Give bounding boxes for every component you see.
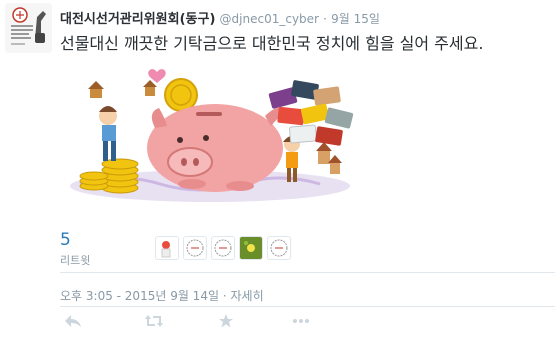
tweet-timestamp[interactable]: 오후 3:05 - 2015년 9월 14일 bbox=[60, 289, 219, 303]
retweeter-avatar[interactable] bbox=[239, 236, 263, 260]
action-bar bbox=[60, 313, 320, 335]
retweet-stats[interactable]: 5 리트윗 bbox=[60, 230, 90, 268]
more-icon[interactable] bbox=[292, 313, 316, 333]
divider bbox=[60, 306, 555, 307]
meta-separator: · bbox=[222, 289, 227, 303]
tweet-media[interactable] bbox=[60, 58, 360, 214]
star-icon[interactable] bbox=[218, 313, 242, 333]
tweet-header: 대전시선거관리위원회(동구) @djnec01_cyber · 9월 15일 bbox=[60, 8, 380, 27]
header-separator: · bbox=[323, 12, 327, 26]
retweeter-avatar[interactable] bbox=[155, 236, 179, 260]
divider bbox=[60, 272, 555, 273]
retweet-icon[interactable] bbox=[144, 313, 168, 333]
author-handle[interactable]: @djnec01_cyber bbox=[220, 12, 319, 26]
tweet-meta: 오후 3:05 - 2015년 9월 14일 · 자세히 bbox=[60, 287, 264, 304]
tweet-card: 대전시선거관리위원회(동구) @djnec01_cyber · 9월 15일 선… bbox=[0, 0, 556, 349]
tweet-text: 선물대신 깨끗한 기탁금으로 대한민국 정치에 힘을 실어 주세요. bbox=[60, 34, 484, 53]
retweeter-avatar[interactable] bbox=[267, 236, 291, 260]
retweeter-avatar[interactable] bbox=[211, 236, 235, 260]
retweeter-avatars bbox=[155, 236, 291, 260]
details-link[interactable]: 자세히 bbox=[230, 289, 263, 303]
avatar[interactable] bbox=[5, 3, 52, 53]
reply-icon[interactable] bbox=[64, 313, 88, 333]
retweet-label: 리트윗 bbox=[60, 254, 91, 267]
author-name[interactable]: 대전시선거관리위원회(동구) bbox=[60, 12, 215, 27]
retweet-count[interactable]: 5 bbox=[60, 230, 90, 250]
retweeter-avatar[interactable] bbox=[183, 236, 207, 260]
tweet-short-time[interactable]: 9월 15일 bbox=[331, 12, 380, 26]
